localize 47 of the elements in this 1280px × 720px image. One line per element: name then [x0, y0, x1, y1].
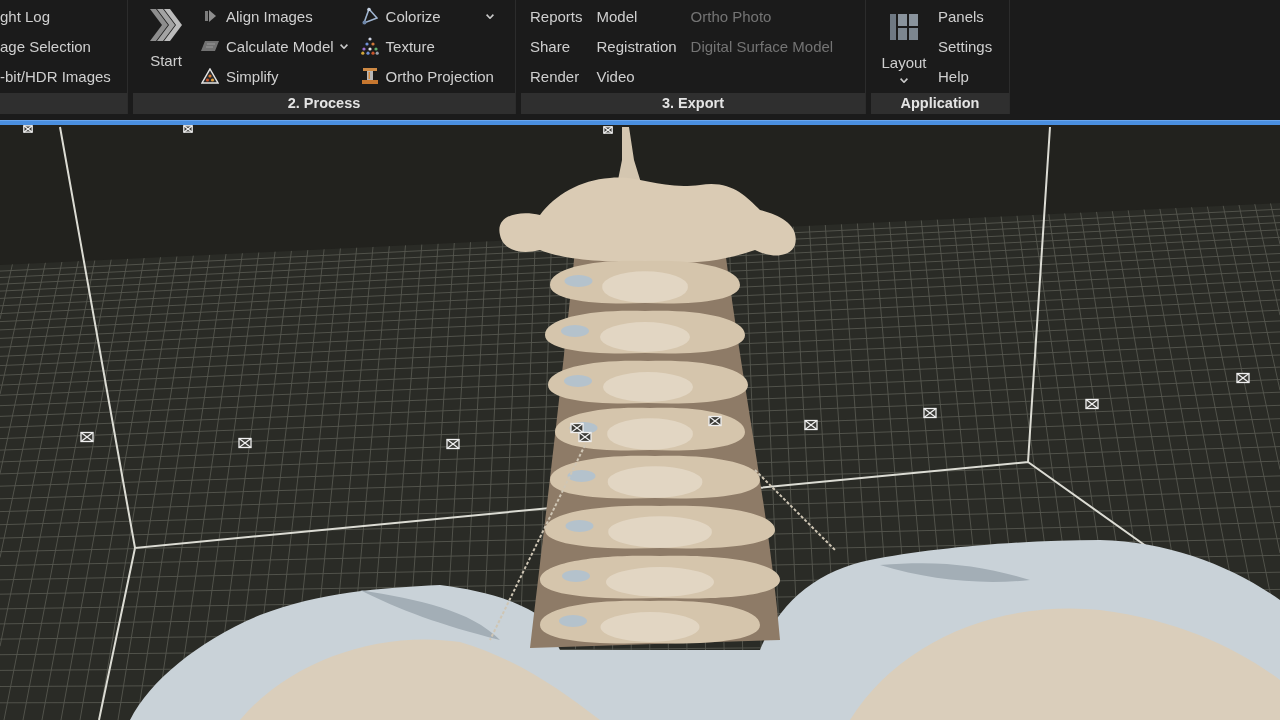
- group-label-bar: 3. Export: [521, 93, 865, 114]
- block-icon: [201, 40, 219, 52]
- triple-arrow-icon: [150, 8, 182, 42]
- group-label-bar: 2. Process: [133, 93, 515, 114]
- camera-marker-icon: [570, 422, 584, 434]
- ribbon-button[interactable]: Registration: [593, 31, 680, 61]
- caret-icon: [485, 13, 494, 19]
- ribbon-button[interactable]: Share: [527, 31, 574, 61]
- group-label-bar: Application: [871, 93, 1009, 114]
- pillar-icon: [360, 67, 379, 85]
- arrow-icon: [204, 10, 216, 22]
- camera-marker-icon: [238, 437, 252, 449]
- camera-marker-icon: [578, 431, 592, 443]
- ribbon-button[interactable]: Reports: [527, 1, 586, 31]
- ribbon-button[interactable]: Simplify: [197, 61, 282, 91]
- triangle-outline-icon: [361, 7, 378, 25]
- ribbon-large-button[interactable]: Layout: [877, 1, 931, 89]
- ribbon-button[interactable]: Settings: [935, 31, 996, 61]
- camera-marker-icon: [708, 415, 722, 427]
- ribbon-button[interactable]: Video: [593, 61, 638, 91]
- camera-marker-icon: [923, 407, 937, 419]
- ribbon-button[interactable]: Calculate Model: [197, 31, 351, 61]
- ribbon-large-button[interactable]: Start: [141, 1, 191, 89]
- ribbon-button[interactable]: Colorize: [356, 1, 497, 31]
- ribbon-button[interactable]: ght Log: [0, 1, 54, 31]
- ribbon-button[interactable]: Panels: [935, 1, 987, 31]
- camera-marker-icon: [183, 125, 193, 133]
- dotted-triangle-icon: [360, 37, 379, 55]
- camera-marker-icon: [23, 125, 33, 133]
- triangle-icon: [201, 68, 219, 84]
- ribbon-button[interactable]: Render: [527, 61, 583, 91]
- ribbon-button[interactable]: Align Images: [197, 1, 316, 31]
- grid-icon: [890, 14, 918, 40]
- caret-icon: [900, 78, 908, 83]
- caret-icon: [339, 43, 348, 49]
- camera-marker-icon: [1236, 372, 1250, 384]
- camera-marker-icon: [804, 419, 818, 431]
- ribbon-button[interactable]: Model: [593, 1, 641, 31]
- ribbon-button[interactable]: Texture: [356, 31, 438, 61]
- camera-marker-icon: [603, 126, 613, 134]
- camera-marker-icon: [446, 438, 460, 450]
- ribbon-button[interactable]: -bit/HDR Images: [0, 61, 114, 91]
- camera-marker-icon: [80, 431, 94, 443]
- ribbon-button[interactable]: Help: [935, 61, 972, 91]
- ribbon-button[interactable]: age Selection: [0, 31, 94, 61]
- camera-marker-icon: [1085, 398, 1099, 410]
- ribbon-button[interactable]: Ortho Projection: [356, 61, 497, 91]
